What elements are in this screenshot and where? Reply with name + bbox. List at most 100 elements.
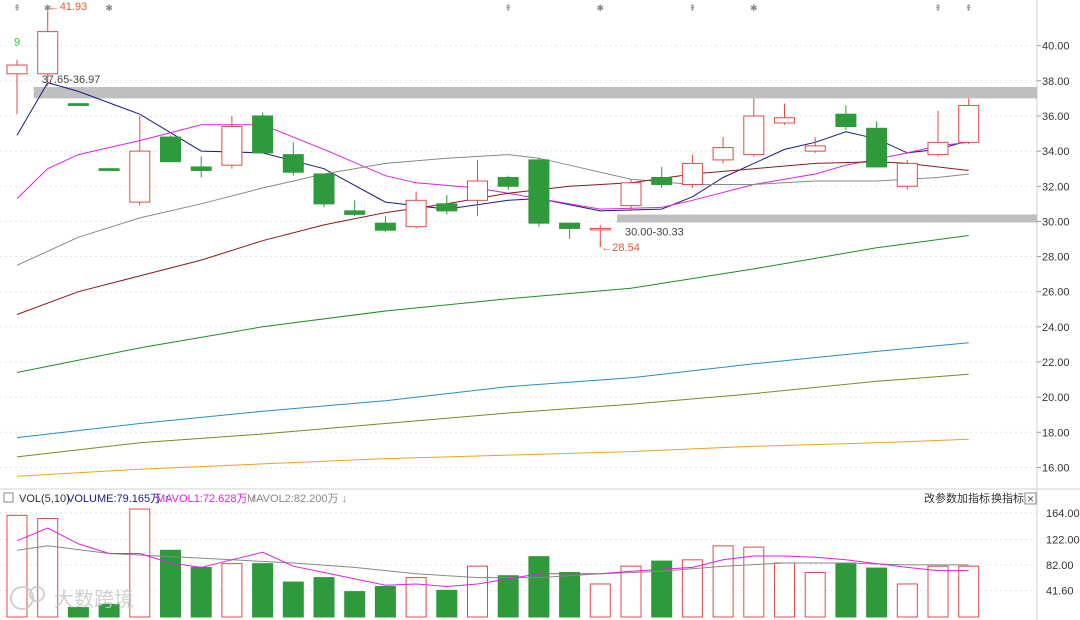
candle-body-up — [37, 31, 59, 75]
watermark: 大数跨境 — [10, 586, 134, 611]
price-tick-label: 28.00 — [1042, 252, 1070, 264]
volume-tick-label: 122.00 — [1046, 534, 1080, 546]
volume-axis: 164.00 122.00 82.00 41.60 — [1046, 508, 1080, 598]
price-band — [33, 86, 1037, 99]
candle-body-up — [681, 162, 703, 186]
candle — [6, 59, 28, 115]
candle-body-down — [160, 136, 181, 163]
candle-body-down — [559, 222, 581, 229]
volume-bar-down — [374, 586, 396, 618]
candle — [958, 98, 980, 145]
candle-body-down — [835, 113, 857, 128]
indicator-name[interactable]: VOL(5,10) — [19, 493, 70, 505]
candle — [436, 195, 458, 215]
candle — [374, 216, 396, 232]
candle — [282, 142, 304, 176]
candle — [774, 103, 795, 125]
event-mark-icon: ⇞ — [504, 4, 512, 14]
volume-bar-down — [835, 562, 857, 618]
candle — [866, 121, 888, 168]
price-axis: 40.00 38.00 36.00 34.00 32.00 30.00 28.00 26.00… — [1037, 41, 1070, 474]
price-tick-label: 34.00 — [1042, 146, 1070, 158]
candle-body-up — [927, 141, 949, 156]
candle — [681, 154, 703, 189]
volume-bar-down — [866, 567, 888, 618]
volume-bar-down — [282, 581, 304, 618]
candle-body-down — [252, 115, 274, 154]
candle-body-down — [344, 210, 366, 215]
candle-body-up — [712, 147, 734, 161]
candle-body-up — [958, 104, 980, 143]
candle-body-up — [804, 145, 826, 152]
add-indicator-button[interactable]: 加指标 — [957, 491, 990, 505]
event-mark-icon: ✱ — [105, 4, 113, 14]
volume-bar-up — [620, 565, 642, 618]
candle — [712, 137, 734, 164]
price-tick-label: 18.00 — [1042, 427, 1070, 439]
event-mark-icon: ⇞ — [689, 4, 697, 14]
volume-bar-up — [589, 583, 611, 618]
candle — [528, 158, 550, 227]
price-tick-label: 22.00 — [1042, 357, 1070, 369]
candle — [129, 115, 151, 206]
volume-bar-down — [344, 591, 366, 618]
volume-ma-lines — [16, 527, 969, 588]
volume-value: VOLUME:79.165万 ↑ — [67, 493, 170, 505]
candle-body-down — [190, 166, 212, 171]
candle-body-down — [67, 103, 89, 106]
expand-icon[interactable] — [3, 492, 14, 503]
candle-body-down — [866, 127, 888, 168]
change-params-button[interactable]: 改参数 — [924, 491, 957, 505]
switch-indicator-button[interactable]: 换指标 — [991, 491, 1024, 505]
candle — [405, 191, 427, 229]
candle-body-up — [405, 199, 427, 228]
volume-bar-down — [160, 549, 181, 618]
ma-line — [16, 82, 969, 212]
candle-body-up — [467, 180, 488, 201]
price-tick-label: 26.00 — [1042, 287, 1070, 299]
price-band — [617, 214, 1037, 223]
volume-bar-down — [497, 575, 519, 618]
stock-chart: 37.65-36.97 30.00-30.33 ←41.93 ←28.54 9 ⇞ ✱ ✱ ⇞… — [0, 0, 1080, 620]
moving-average-lines — [16, 82, 969, 477]
candle — [190, 156, 212, 178]
candle-body-up — [221, 126, 243, 166]
close-icon: ✕ — [1027, 495, 1035, 505]
candle-body-down — [651, 176, 673, 186]
candle — [559, 222, 581, 239]
candle-body-up — [620, 182, 642, 207]
candle-body-up — [129, 150, 151, 203]
candle-body-up — [589, 227, 611, 231]
candle-body-down — [374, 222, 396, 231]
band-label: 30.00-30.33 — [625, 226, 684, 238]
volume-bar-up — [221, 563, 243, 618]
candle-body-up — [896, 162, 918, 187]
price-tick-label: 20.00 — [1042, 392, 1070, 404]
volume-bar-down — [436, 589, 458, 618]
candles — [6, 11, 980, 248]
volume-bar-down — [528, 556, 550, 618]
ma-line — [16, 235, 969, 373]
price-annotation: 9 — [14, 37, 20, 49]
volume-bar-down — [313, 577, 335, 618]
price-annotation: ←28.54 — [601, 242, 640, 254]
candle-body-down — [313, 173, 335, 205]
price-tick-label: 30.00 — [1042, 216, 1070, 228]
candle — [344, 200, 366, 217]
volume-bar-up — [804, 572, 826, 618]
volume-tick-label: 164.00 — [1046, 508, 1080, 520]
volume-bar-up — [743, 546, 765, 618]
event-mark-icon: ⇞ — [965, 4, 973, 14]
candle — [651, 166, 673, 189]
candle — [620, 179, 642, 211]
candle — [896, 159, 918, 190]
volume-tick-label: 82.00 — [1046, 560, 1074, 572]
candle-body-up — [743, 115, 765, 156]
candle — [467, 159, 488, 217]
watermark-text: 大数跨境 — [54, 587, 134, 611]
candle — [67, 103, 89, 106]
indicator-header: VOL(5,10) VOLUME:79.165万 ↑ MAVOL1:72.628… — [3, 491, 1037, 505]
volume-bar-up — [927, 565, 949, 618]
volume-tick-label: 41.60 — [1046, 586, 1074, 598]
price-tick-label: 36.00 — [1042, 111, 1070, 123]
